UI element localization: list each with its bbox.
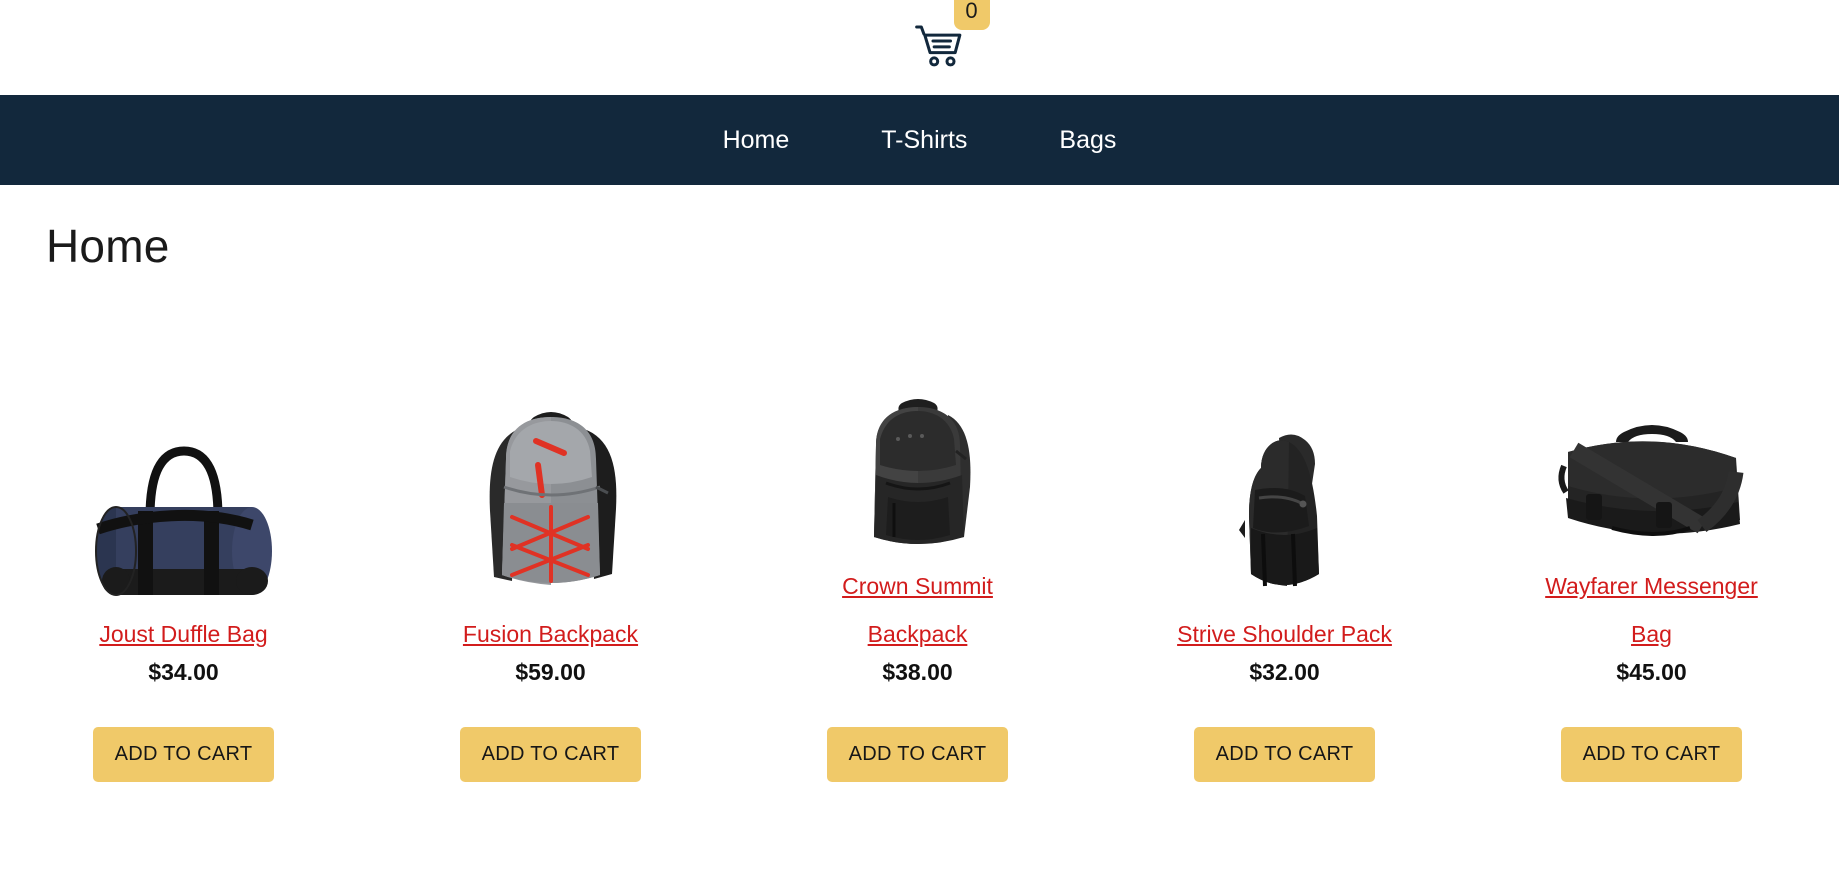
navy-duffle-bag-image[interactable] xyxy=(68,372,300,604)
product-link[interactable]: Joust Duffle Bag xyxy=(99,610,267,658)
nav-item-tshirts[interactable]: T-Shirts xyxy=(835,95,1013,185)
add-to-cart-button[interactable]: ADD TO CART xyxy=(459,726,642,782)
black-messenger-bag-image[interactable] xyxy=(1536,324,1768,556)
black-sling-pack-image[interactable] xyxy=(1169,372,1401,604)
nav-list: Home T-Shirts Bags xyxy=(677,95,1163,185)
top-bar: 0 xyxy=(0,0,1839,95)
gray-red-backpack-image[interactable] xyxy=(435,372,667,604)
page-title: Home xyxy=(46,220,170,272)
product-link[interactable]: Crown Summit Backpack xyxy=(805,562,1030,658)
nav-item-home[interactable]: Home xyxy=(677,95,836,185)
nav-item-bags[interactable]: Bags xyxy=(1013,95,1162,185)
product-link[interactable]: Fusion Backpack xyxy=(463,610,638,658)
nav-item-home-wrap: Home xyxy=(677,95,836,185)
main-navigation: Home T-Shirts Bags xyxy=(0,95,1839,185)
add-to-cart-button[interactable]: ADD TO CART xyxy=(826,726,1009,782)
product-grid: Joust Duffle Bag $34.00 ADD TO CART Fusi… xyxy=(0,324,1839,782)
product-card: Crown Summit Backpack $38.00 ADD TO CART xyxy=(734,324,1101,782)
cart-button[interactable]: 0 xyxy=(912,0,990,76)
product-price: $59.00 xyxy=(515,658,586,685)
dark-gray-backpack-image[interactable] xyxy=(802,324,1034,556)
product-price: $34.00 xyxy=(148,658,219,685)
cart-count-badge: 0 xyxy=(953,0,990,30)
product-price: $38.00 xyxy=(882,658,953,685)
add-to-cart-button[interactable]: ADD TO CART xyxy=(1560,726,1743,782)
product-card: Joust Duffle Bag $34.00 ADD TO CART xyxy=(0,372,367,782)
product-price: $45.00 xyxy=(1616,658,1687,685)
product-link[interactable]: Strive Shoulder Pack xyxy=(1177,610,1392,658)
nav-item-bags-wrap: Bags xyxy=(1013,95,1162,185)
add-to-cart-button[interactable]: ADD TO CART xyxy=(92,726,275,782)
nav-item-tshirts-wrap: T-Shirts xyxy=(835,95,1013,185)
product-link[interactable]: Wayfarer Messenger Bag xyxy=(1539,562,1764,658)
add-to-cart-button[interactable]: ADD TO CART xyxy=(1193,726,1376,782)
product-card: Strive Shoulder Pack $32.00 ADD TO CART xyxy=(1101,372,1468,782)
product-price: $32.00 xyxy=(1249,658,1320,685)
product-card: Fusion Backpack $59.00 ADD TO CART xyxy=(367,372,734,782)
product-card: Wayfarer Messenger Bag $45.00 ADD TO CAR… xyxy=(1468,324,1835,782)
